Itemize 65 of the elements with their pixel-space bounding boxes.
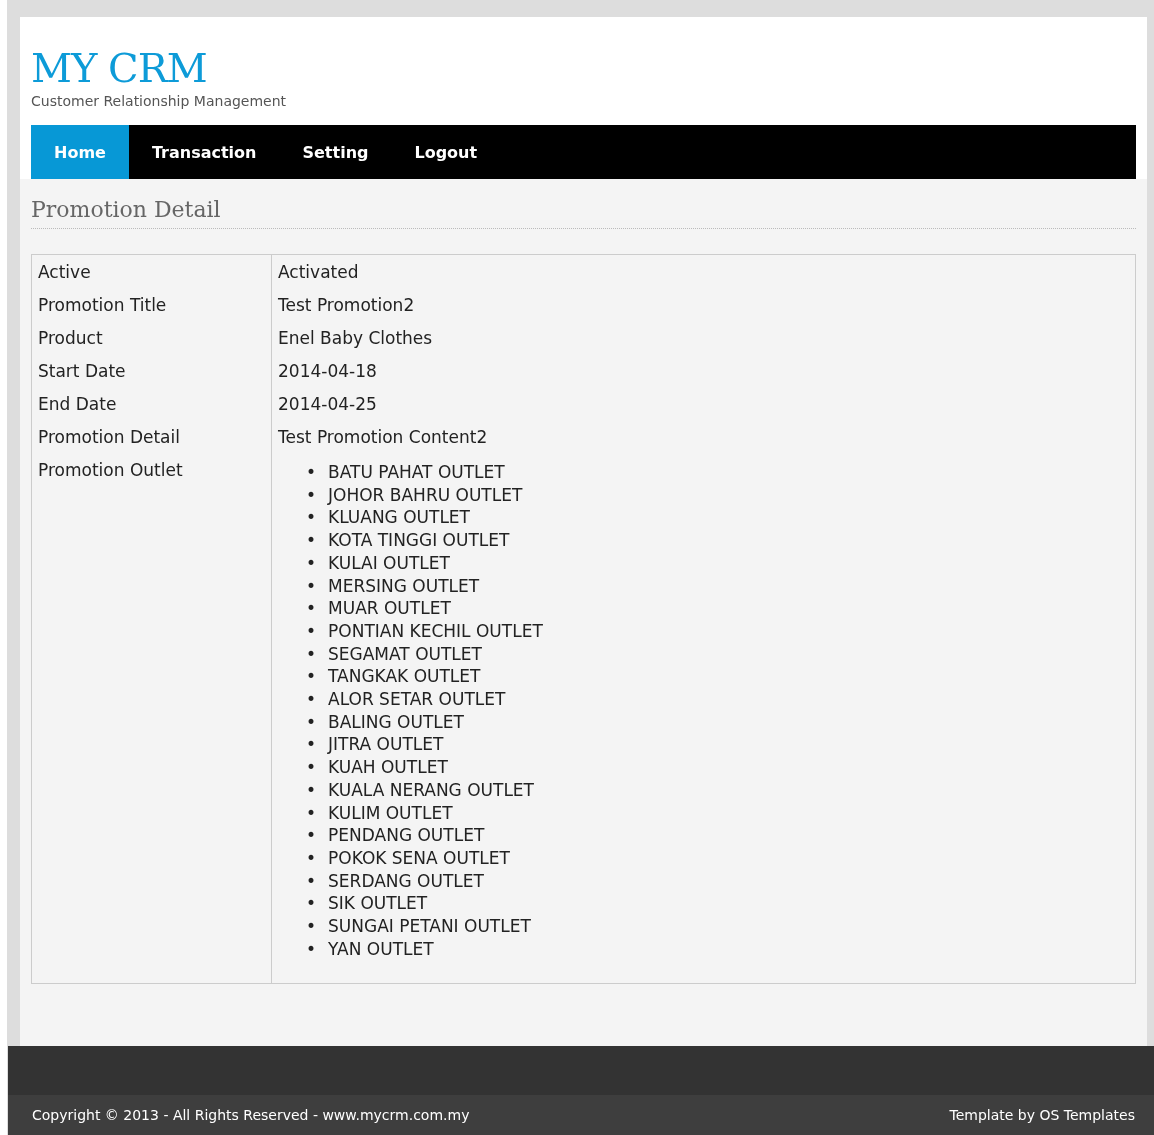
bullet-icon: • bbox=[306, 937, 317, 961]
site-tagline: Customer Relationship Management bbox=[31, 93, 287, 109]
bullet-icon: • bbox=[306, 869, 317, 893]
outlet-name: MUAR OUTLET bbox=[328, 597, 451, 620]
outlet-name: SERDANG OUTLET bbox=[328, 869, 484, 893]
outlet-name: KOTA TINGGI OUTLET bbox=[328, 529, 510, 552]
field-label: End Date bbox=[38, 394, 117, 415]
copyright-text: Copyright © 2013 - All Rights Reserved - www.mycrm.com.my bbox=[32, 1107, 470, 1123]
field-label: Promotion Detail bbox=[38, 427, 180, 448]
field-label: Product bbox=[38, 328, 103, 349]
outlet-name: SUNGAI PETANI OUTLET bbox=[328, 915, 531, 938]
outlet-name: KUAH OUTLET bbox=[328, 756, 448, 779]
field-value: Test Promotion Content2 bbox=[278, 427, 488, 448]
bullet-icon: • bbox=[306, 642, 317, 666]
bullet-icon: • bbox=[306, 551, 317, 575]
outlet-name: KUALA NERANG OUTLET bbox=[328, 778, 534, 802]
bullet-icon: • bbox=[306, 461, 317, 484]
outlet-name: SEGAMAT OUTLET bbox=[328, 642, 482, 666]
outlet-name: KLUANG OUTLET bbox=[328, 506, 470, 530]
bullet-icon: • bbox=[306, 529, 317, 552]
nav-link[interactable]: Setting bbox=[279, 125, 392, 179]
field-value: Activated bbox=[278, 262, 359, 283]
bullet-icon: • bbox=[306, 892, 317, 916]
outlet-name: TANGKAK OUTLET bbox=[328, 665, 481, 689]
bullet-icon: • bbox=[306, 756, 317, 779]
bullet-icon: • bbox=[306, 846, 317, 870]
bullet-icon: • bbox=[306, 778, 317, 802]
field-value: Enel Baby Clothes bbox=[278, 328, 433, 349]
nav-link[interactable]: Transaction bbox=[128, 125, 280, 179]
bullet-icon: • bbox=[306, 619, 317, 643]
outlet-name: KULAI OUTLET bbox=[328, 551, 450, 575]
outlet-name: JITRA OUTLET bbox=[328, 733, 444, 757]
field-value: Test Promotion2 bbox=[278, 295, 415, 316]
outlet-name: POKOK SENA OUTLET bbox=[328, 846, 510, 870]
outlet-name: BALING OUTLET bbox=[328, 710, 464, 734]
outlet-name: ALOR SETAR OUTLET bbox=[328, 688, 506, 711]
nav-link[interactable]: Logout bbox=[391, 125, 501, 179]
bullet-icon: • bbox=[306, 733, 317, 757]
page-title: Promotion Detail bbox=[31, 197, 1136, 229]
bullet-icon: • bbox=[306, 506, 317, 530]
outlet-name: PENDANG OUTLET bbox=[328, 824, 485, 847]
template-credit: Template by OS Templates bbox=[949, 1107, 1135, 1123]
bullet-icon: • bbox=[306, 688, 317, 711]
outlet-name: YAN OUTLET bbox=[328, 937, 434, 961]
outlet-name: SIK OUTLET bbox=[328, 892, 428, 916]
field-value: 2014-04-25 bbox=[278, 394, 377, 415]
field-label: Promotion Title bbox=[38, 295, 167, 316]
field-label: Promotion Outlet bbox=[38, 460, 183, 481]
outlet-name: JOHOR BAHRU OUTLET bbox=[328, 483, 523, 507]
bullet-icon: • bbox=[306, 483, 317, 507]
field-label: Start Date bbox=[38, 361, 126, 382]
field-value: 2014-04-18 bbox=[278, 361, 377, 382]
bullet-icon: • bbox=[306, 824, 317, 847]
bullet-icon: • bbox=[306, 574, 317, 598]
site-logo: MY CRM bbox=[31, 45, 207, 91]
bullet-icon: • bbox=[306, 665, 317, 689]
bullet-icon: • bbox=[306, 710, 317, 734]
bullet-icon: • bbox=[306, 801, 317, 825]
outlet-name: KULIM OUTLET bbox=[328, 801, 453, 825]
bullet-icon: • bbox=[306, 597, 317, 620]
outlet-name: MERSING OUTLET bbox=[328, 574, 480, 598]
bullet-icon: • bbox=[306, 915, 317, 938]
outlet-name: BATU PAHAT OUTLET bbox=[328, 461, 505, 484]
outlet-name: PONTIAN KECHIL OUTLET bbox=[328, 619, 543, 643]
field-label: Active bbox=[38, 262, 91, 283]
